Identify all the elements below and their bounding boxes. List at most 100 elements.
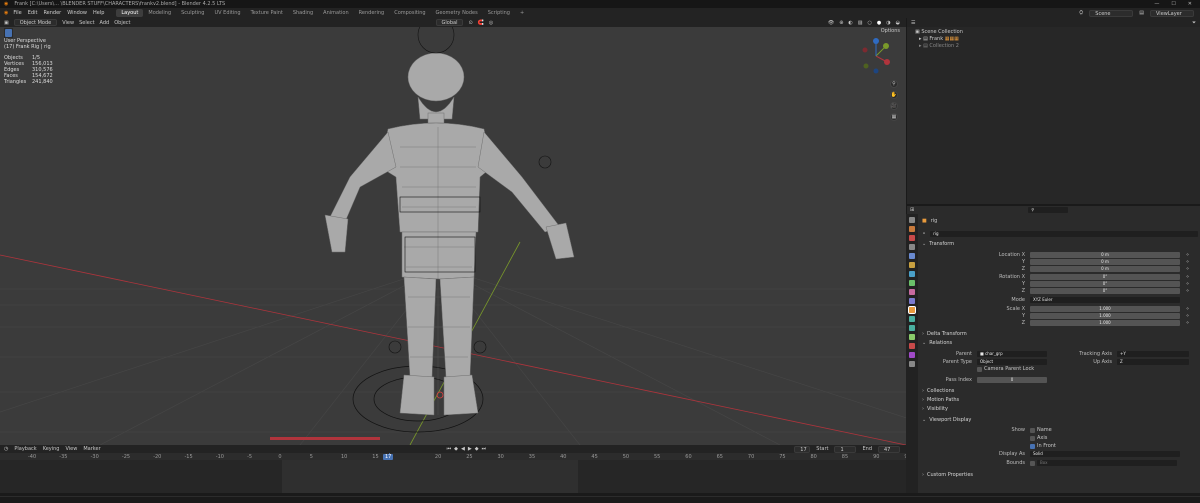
- prop-tab-icon[interactable]: [909, 343, 915, 349]
- close-icon[interactable]: ✕: [1188, 1, 1192, 7]
- tl-menu-playback[interactable]: Playback: [14, 446, 36, 452]
- menu-render[interactable]: Render: [43, 10, 61, 16]
- scale-x-field[interactable]: 1.000: [1030, 306, 1180, 312]
- outliner-editor-icon[interactable]: ☰: [911, 20, 915, 26]
- jump-end-icon[interactable]: ⏭: [482, 446, 487, 452]
- zoom-icon[interactable]: ⚲: [890, 80, 898, 88]
- snap-icon[interactable]: 🧲: [478, 20, 484, 26]
- rotation-z-field[interactable]: 0°: [1030, 288, 1180, 294]
- tab-shading[interactable]: Shading: [288, 9, 318, 17]
- keyframe-icon[interactable]: ⋄: [1186, 313, 1189, 319]
- pivot-icon[interactable]: ⊙: [468, 20, 472, 26]
- tracking-axis-dropdown[interactable]: +Y: [1117, 351, 1189, 357]
- tab-compositing[interactable]: Compositing: [389, 9, 430, 17]
- shading-material-icon[interactable]: ◑: [886, 20, 890, 26]
- rotation-x-field[interactable]: 0°: [1030, 274, 1180, 280]
- transform-panel-header[interactable]: ⌄ Transform: [922, 241, 954, 247]
- vp-menu-select[interactable]: Select: [79, 20, 94, 26]
- outliner-filter-icon[interactable]: ⏷: [1192, 20, 1196, 26]
- tab-sculpting[interactable]: Sculpting: [176, 9, 209, 17]
- prop-tab-icon[interactable]: [909, 352, 915, 358]
- shading-wireframe-icon[interactable]: ○: [868, 20, 872, 26]
- xray-icon[interactable]: ▨: [858, 20, 863, 26]
- prop-tab-icon[interactable]: [909, 280, 915, 286]
- 3d-viewport[interactable]: [0, 27, 906, 445]
- up-axis-dropdown[interactable]: Z: [1117, 359, 1189, 365]
- outliner-item-collection2[interactable]: ▸ ▤ Collection 2: [915, 43, 1200, 50]
- prop-tab-icon[interactable]: [909, 289, 915, 295]
- axis-gizmo-icon[interactable]: [856, 36, 896, 76]
- keyframe-icon[interactable]: ⋄: [1186, 259, 1189, 265]
- tab-animation[interactable]: Animation: [318, 9, 354, 17]
- prop-tab-icon[interactable]: [908, 306, 916, 314]
- tab-modeling[interactable]: Modeling: [143, 9, 176, 17]
- current-frame-field[interactable]: 17: [794, 445, 811, 453]
- bounds-checkbox[interactable]: [1030, 460, 1035, 466]
- section-collections[interactable]: › Collections: [922, 388, 954, 394]
- vp-menu-add[interactable]: Add: [100, 20, 110, 26]
- select-tool-icon[interactable]: [5, 29, 12, 37]
- scene-selector[interactable]: Scene: [1089, 9, 1134, 17]
- show-name-checkbox[interactable]: [1030, 427, 1035, 433]
- tab-layout[interactable]: Layout: [116, 9, 144, 17]
- editor-type-icon[interactable]: ▣: [4, 20, 9, 26]
- menu-help[interactable]: Help: [93, 10, 104, 16]
- camera-view-icon[interactable]: 🎥: [890, 102, 898, 110]
- display-as-dropdown[interactable]: Solid: [1030, 451, 1180, 457]
- prop-tab-icon[interactable]: [909, 217, 915, 223]
- keyframe-icon[interactable]: ⋄: [1186, 288, 1189, 294]
- camera-parent-lock-row[interactable]: Camera Parent Lock: [977, 366, 1034, 372]
- rotation-y-field[interactable]: 0°: [1030, 281, 1180, 287]
- keyframe-icon[interactable]: ⋄: [1186, 306, 1189, 312]
- pan-icon[interactable]: ✋: [890, 91, 898, 99]
- scale-z-field[interactable]: 1.000: [1030, 320, 1180, 326]
- location-x-field[interactable]: 0 m: [1030, 252, 1180, 258]
- options-button[interactable]: Options: [881, 28, 900, 34]
- pass-index-field[interactable]: 0: [977, 377, 1047, 383]
- prop-tab-icon[interactable]: [909, 361, 915, 367]
- keyframe-icon[interactable]: ⋄: [1186, 266, 1189, 272]
- tab-rendering[interactable]: Rendering: [354, 9, 390, 17]
- prop-tab-icon[interactable]: [909, 325, 915, 331]
- keyframe-icon[interactable]: ⋄: [1186, 320, 1189, 326]
- parent-type-dropdown[interactable]: Object: [977, 359, 1047, 365]
- show-axis-checkbox[interactable]: [1030, 435, 1035, 441]
- menu-file[interactable]: File: [13, 10, 21, 16]
- transform-orientation[interactable]: Global: [435, 19, 464, 26]
- prop-tab-icon[interactable]: [909, 253, 915, 259]
- bounds-dropdown[interactable]: Box: [1037, 460, 1177, 466]
- parent-field[interactable]: ■ char_grp: [977, 351, 1047, 357]
- section-visibility[interactable]: › Visibility: [922, 406, 948, 412]
- tab-add[interactable]: +: [515, 9, 529, 17]
- delta-transform-header[interactable]: › Delta Transform: [922, 331, 967, 337]
- tab-geometry-nodes[interactable]: Geometry Nodes: [431, 9, 483, 17]
- maximize-icon[interactable]: ☐: [1171, 1, 1175, 7]
- prev-key-icon[interactable]: ◆: [454, 446, 458, 452]
- prop-tab-icon[interactable]: [909, 244, 915, 250]
- menu-window[interactable]: Window: [67, 10, 87, 16]
- visibility-icon[interactable]: 👁: [828, 20, 834, 26]
- perspective-toggle-icon[interactable]: ▦: [890, 113, 898, 121]
- tl-menu-marker[interactable]: Marker: [83, 446, 100, 452]
- shading-solid-icon[interactable]: ●: [877, 20, 881, 26]
- jump-start-icon[interactable]: ⏮: [447, 446, 452, 452]
- tl-menu-keying[interactable]: Keying: [43, 446, 60, 452]
- proportional-icon[interactable]: ◎: [489, 20, 493, 26]
- vp-menu-view[interactable]: View: [62, 20, 74, 26]
- props-editor-icon[interactable]: ⊞: [910, 207, 914, 213]
- timeline[interactable]: -40 -35 -30 -25 -20 -15 -10 -5 0 5 10 15 17 20 25 30 35 4…: [0, 453, 906, 493]
- tl-menu-view[interactable]: View: [65, 446, 77, 452]
- prop-tab-icon[interactable]: [909, 271, 915, 277]
- play-icon[interactable]: ▶: [468, 446, 472, 452]
- prop-tab-icon[interactable]: [909, 235, 915, 241]
- keyframe-icon[interactable]: ⋄: [1186, 252, 1189, 258]
- overlay-icon[interactable]: ◐: [848, 20, 852, 26]
- keyframe-icon[interactable]: ⋄: [1186, 274, 1189, 280]
- tab-uv-editing[interactable]: UV Editing: [209, 9, 245, 17]
- prop-tab-icon[interactable]: [909, 226, 915, 232]
- vp-menu-object[interactable]: Object: [114, 20, 130, 26]
- prop-tab-icon[interactable]: [909, 316, 915, 322]
- camera-parent-lock-checkbox[interactable]: [977, 366, 982, 372]
- prop-tab-icon[interactable]: [909, 262, 915, 268]
- outliner-item-frank[interactable]: ▸ ▤ Frank ▦▦▦: [915, 36, 1200, 43]
